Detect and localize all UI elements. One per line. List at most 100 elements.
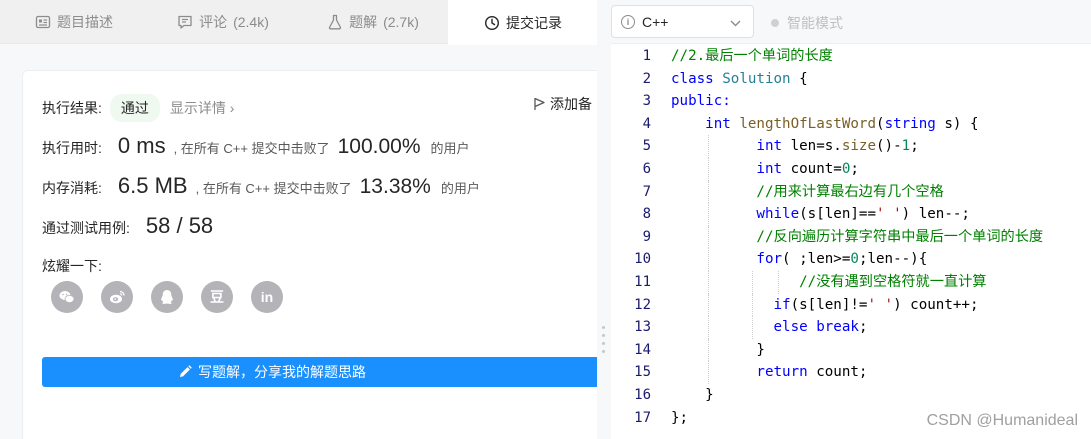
tab-submissions[interactable]: 提交记录: [448, 0, 598, 45]
runtime-text: , 在所有 C++ 提交中击败了: [173, 141, 330, 156]
line-number: 10: [634, 251, 651, 268]
tab-bar: 题目描述 评论 (2.4k) 题解 (2.7k) 提交记录: [0, 0, 601, 45]
code-line: //没有遇到空格符就一直计算: [671, 270, 1091, 294]
show-details-label: 显示详情: [169, 100, 226, 116]
tab-description[interactable]: 题目描述: [0, 0, 148, 44]
panel-splitter[interactable]: [597, 0, 611, 439]
line-number: 17: [634, 409, 651, 426]
show-details-link[interactable]: 显示详情 ›: [170, 98, 235, 118]
type-keyword: int: [756, 160, 783, 177]
line-number: 14: [634, 341, 651, 358]
keyword: while: [756, 206, 800, 223]
write-solution-button[interactable]: 写题解，分享我的解题思路: [42, 357, 601, 387]
code-line: int len=s.size()-1;: [671, 135, 1091, 158]
char-literal: ' ': [876, 206, 902, 223]
tab-solutions-count: (2.7k): [383, 14, 419, 30]
tab-solutions-label: 题解: [349, 14, 378, 30]
code-line: //2.最后一个单词的长度: [671, 45, 1091, 68]
info-icon: i: [621, 14, 635, 29]
code-line: if(s[len]!=' ') count++;: [671, 293, 1091, 317]
line-number: 9: [642, 228, 651, 245]
description-icon: [35, 15, 51, 29]
tests-label: 通过测试用例:: [42, 220, 130, 236]
indent-guide: [778, 270, 779, 294]
runtime-percent: 100.00%: [337, 135, 421, 158]
weibo-glyph: [110, 290, 125, 304]
type-keyword: string: [884, 115, 936, 132]
code-text: (s[len]!=: [790, 296, 868, 313]
code-editor[interactable]: 1 2 3 4 5 6 7 8 9 10 11 12 13 14 15 16 1…: [611, 45, 1091, 439]
memory-text: , 在所有 C++ 提交中击败了: [195, 181, 352, 196]
share-row: 炫耀一下:: [42, 256, 102, 276]
memory-row: 内存消耗: 6.5 MB , 在所有 C++ 提交中击败了 13.38% 的用户: [42, 173, 480, 199]
chevron-down-icon: [730, 14, 741, 30]
type-keyword: int: [705, 115, 731, 132]
line-number: 15: [634, 364, 651, 381]
memory-value: 6.5 MB: [117, 173, 188, 198]
linkedin-glyph: in: [260, 289, 274, 305]
qq-glyph: [161, 290, 173, 304]
line-number-gutter: 1 2 3 4 5 6 7 8 9 10 11 12 13 14 15 16 1…: [611, 45, 653, 429]
language-select[interactable]: i C++: [611, 5, 754, 38]
keyword: for: [756, 251, 783, 268]
douban-icon[interactable]: 豆: [201, 281, 233, 313]
qq-icon[interactable]: [151, 281, 183, 313]
line-number: 5: [642, 138, 651, 155]
keyword: else: [773, 319, 808, 336]
tab-comments[interactable]: 评论 (2.4k): [148, 0, 298, 44]
line-number: 8: [642, 206, 651, 223]
comment: //用来计算最右边有几个空格: [756, 183, 944, 200]
write-solution-label: 写题解，分享我的解题思路: [198, 364, 366, 380]
indent-guide: [708, 270, 709, 294]
comment: //没有遇到空格符就一直计算: [799, 273, 987, 290]
code-text: }: [705, 386, 714, 403]
code-line: else break;: [671, 316, 1091, 339]
keyword: if: [773, 296, 791, 313]
number-literal: 0: [850, 251, 859, 268]
indent-guide: [752, 316, 753, 339]
tab-description-label: 题目描述: [57, 14, 113, 30]
indent-guide: [708, 293, 709, 317]
wechat-icon[interactable]: [51, 281, 83, 313]
line-number: 11: [634, 273, 651, 290]
smart-mode-toggle[interactable]: 智能模式: [771, 13, 843, 33]
social-share-icons: 豆 in: [51, 281, 283, 313]
indent-guide: [708, 361, 709, 384]
comment: //反向遍历计算字符串中最后一个单词的长度: [756, 228, 1044, 245]
douban-glyph: 豆: [210, 289, 224, 305]
code-lines: //2.最后一个单词的长度 class Solution { public: i…: [671, 45, 1091, 429]
line-number: 6: [642, 160, 651, 177]
runtime-suffix: 的用户: [430, 141, 470, 156]
comment: //2.最后一个单词的长度: [671, 48, 833, 64]
add-note-label: 添加备: [550, 96, 592, 112]
indent-guide: [708, 135, 709, 158]
tab-comments-label: 评论: [199, 14, 228, 30]
add-note-button[interactable]: 添加备: [533, 94, 592, 114]
tests-value: 58 / 58: [145, 213, 214, 238]
line-number: 1: [642, 48, 651, 64]
code-text: (s[len]==: [799, 206, 877, 223]
indent-guide: [752, 270, 753, 294]
memory-percent: 13.38%: [359, 175, 431, 198]
char-literal: ' ': [867, 296, 894, 313]
code-text: ;: [850, 160, 859, 177]
weibo-icon[interactable]: [101, 281, 133, 313]
code-text: ;: [910, 138, 919, 155]
code-line: for( ;len>=0;len--){: [671, 248, 1091, 271]
watermark: CSDN @Humanideal: [926, 412, 1078, 429]
line-number: 16: [634, 386, 651, 403]
code-text: ) len--;: [901, 206, 970, 223]
runtime-value: 0 ms: [117, 133, 166, 158]
tab-solutions[interactable]: 题解 (2.7k): [298, 0, 448, 44]
function-name: lengthOfLastWord: [739, 115, 877, 132]
language-value: C++: [642, 13, 669, 30]
code-line: int lengthOfLastWord(string s) {: [705, 115, 979, 132]
code-text: count=: [782, 160, 842, 177]
code-line: //用来计算最右边有几个空格: [671, 180, 1091, 204]
indent-guide: [708, 180, 709, 204]
indent-guide: [708, 248, 709, 271]
keyword: break: [816, 319, 859, 336]
linkedin-icon[interactable]: in: [251, 281, 283, 313]
app-root: 题目描述 评论 (2.4k) 题解 (2.7k) 提交记录 执行结果: 通过 显…: [0, 0, 1091, 439]
code-text: };: [671, 409, 689, 426]
